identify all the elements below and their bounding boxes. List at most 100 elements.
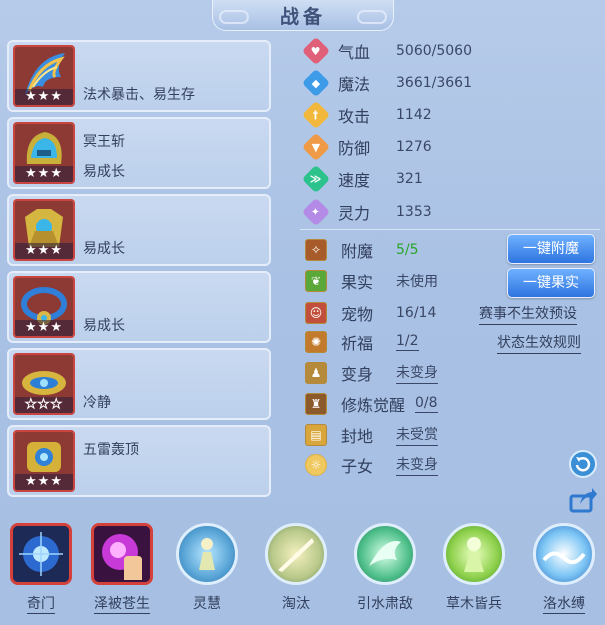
transform-icon: ♟: [305, 362, 327, 384]
territory-value[interactable]: 未受赏: [396, 424, 438, 446]
skill-linghui[interactable]: 灵慧: [171, 523, 243, 613]
skill-zebei[interactable]: 泽被苍生: [86, 523, 158, 614]
skill-label: 洛水缚: [543, 593, 585, 614]
equipment-trait: 易成长: [83, 318, 125, 334]
stat-row-spirit: ✦ 灵力 1353: [301, 197, 432, 227]
stat-row-defense: ▼ 防御 1276: [301, 132, 432, 162]
awaken-value[interactable]: 0/8: [415, 395, 438, 413]
status-row-pet: ☺ 宠物 16/14: [305, 299, 436, 327]
star-rating: ★★★: [15, 166, 73, 182]
skill-icon-qimen: [10, 523, 72, 585]
banner-ornament-left: [219, 10, 249, 24]
star-rating: ★★★: [15, 320, 73, 336]
skill-icon-zebei: [91, 523, 153, 585]
awaken-icon: ♜: [305, 393, 327, 415]
spirit-icon: ✦: [301, 197, 331, 227]
blade-icon: [278, 538, 314, 572]
skill-label: 泽被苍生: [94, 593, 150, 614]
heart-icon: ♥: [301, 36, 331, 66]
stat-label: 灵力: [338, 204, 371, 223]
event-preset-link[interactable]: 赛事不生效预设: [479, 303, 577, 325]
star-rating: ★★★: [15, 89, 73, 105]
stat-value: 5060/5060: [396, 43, 472, 59]
skill-taotai[interactable]: 淘汰: [260, 523, 332, 613]
equipment-card-1[interactable]: ★★★ 法术暴击、易生存: [7, 40, 271, 112]
status-label: 祈福: [341, 334, 374, 353]
equipment-name: 五雷轰顶: [83, 442, 139, 458]
equipment-card-3[interactable]: ★★★ 易成长: [7, 194, 271, 266]
status-row-awaken: ♜ 修炼觉醒 0/8: [305, 390, 438, 418]
territory-icon: ▤: [305, 424, 327, 446]
status-row-child: ☼ 子女 未变身: [305, 451, 438, 479]
stat-value: 321: [396, 171, 423, 187]
stat-label: 气血: [338, 43, 371, 62]
skill-label: 草木皆兵: [446, 596, 502, 612]
orb-icon: [13, 526, 69, 582]
stat-value: 1353: [396, 204, 432, 220]
equipment-icon-wing: ★★★: [13, 45, 75, 107]
status-rules-link[interactable]: 状态生效规则: [497, 332, 581, 354]
star-rating: ★★★: [15, 243, 73, 259]
star-rating: ★★★: [15, 397, 73, 413]
refresh-icon[interactable]: [568, 449, 598, 479]
stat-value: 1142: [396, 107, 432, 123]
wave-icon: [542, 551, 586, 565]
figure-icon: [199, 538, 215, 570]
status-label: 变身: [341, 365, 374, 384]
stat-row-hp: ♥ 气血 5060/5060: [301, 36, 472, 66]
stat-value: 3661/3661: [396, 75, 472, 91]
stat-label: 魔法: [338, 75, 371, 94]
status-label: 果实: [341, 273, 374, 292]
tree-figure-icon: [464, 537, 484, 572]
status-label: 宠物: [341, 305, 374, 324]
equipment-card-6[interactable]: ★★★ 五雷轰顶: [7, 425, 271, 497]
transform-value[interactable]: 未变身: [396, 362, 438, 384]
skill-icon-caomu: [443, 523, 505, 585]
equipment-card-5[interactable]: ★★★ 冷静: [7, 348, 271, 420]
section-divider: [300, 229, 600, 230]
hand-icon: [94, 526, 150, 582]
speed-icon: ≫: [301, 164, 331, 194]
stat-label: 速度: [338, 171, 371, 190]
enchant-all-button[interactable]: 一键附魔: [507, 234, 595, 264]
equipment-trait: 易成长: [83, 241, 125, 257]
stat-label: 攻击: [338, 107, 371, 126]
water-icon: [369, 541, 401, 566]
banner-ornament-right: [357, 10, 387, 24]
shield-icon: ▼: [301, 132, 331, 162]
blessing-icon: ✺: [305, 331, 327, 353]
equipment-icon-helmet: ★★★: [13, 122, 75, 184]
skill-yinshui[interactable]: 引水肃敌: [349, 523, 421, 613]
skill-label: 淘汰: [282, 596, 310, 612]
fruit-value: 未使用: [396, 274, 438, 290]
star-rating: ★★★: [15, 474, 73, 490]
blessing-value[interactable]: 1/2: [396, 333, 419, 351]
skill-label: 引水肃敌: [357, 596, 413, 612]
skill-icon-luoshui: [533, 523, 595, 585]
equipment-icon-necklace: ★★★: [13, 276, 75, 338]
skill-qimen[interactable]: 奇门: [5, 523, 77, 614]
skill-icon-yinshui: [354, 523, 416, 585]
stat-row-speed: ≫ 速度 321: [301, 164, 423, 194]
equipment-icon-belt: ★★★: [13, 353, 75, 415]
status-row-enchant: ✧ 附魔 5/5: [305, 236, 419, 264]
stat-value: 1276: [396, 139, 432, 155]
status-row-territory: ▤ 封地 未受赏: [305, 421, 438, 449]
skill-caomu[interactable]: 草木皆兵: [438, 523, 510, 613]
skill-label: 灵慧: [193, 596, 221, 612]
equipment-icon-armor: ★★★: [13, 199, 75, 261]
skill-label: 奇门: [27, 593, 55, 614]
title-banner: 战备: [212, 0, 394, 31]
stat-row-mp: ◆ 魔法 3661/3661: [301, 68, 472, 98]
fruit-icon: ❦: [305, 270, 327, 292]
equipment-card-2[interactable]: ★★★ 冥王斩 易成长: [7, 117, 271, 189]
child-icon: ☼: [305, 454, 327, 476]
fruit-all-button[interactable]: 一键果实: [507, 268, 595, 298]
skill-icon-linghui: [176, 523, 238, 585]
equipment-card-4[interactable]: ★★★ 易成长: [7, 271, 271, 343]
share-icon[interactable]: [568, 484, 598, 514]
skill-luoshui[interactable]: 洛水缚: [528, 523, 600, 614]
child-value[interactable]: 未变身: [396, 454, 438, 476]
stat-row-attack: † 攻击 1142: [301, 100, 432, 130]
status-label: 附魔: [341, 242, 374, 261]
